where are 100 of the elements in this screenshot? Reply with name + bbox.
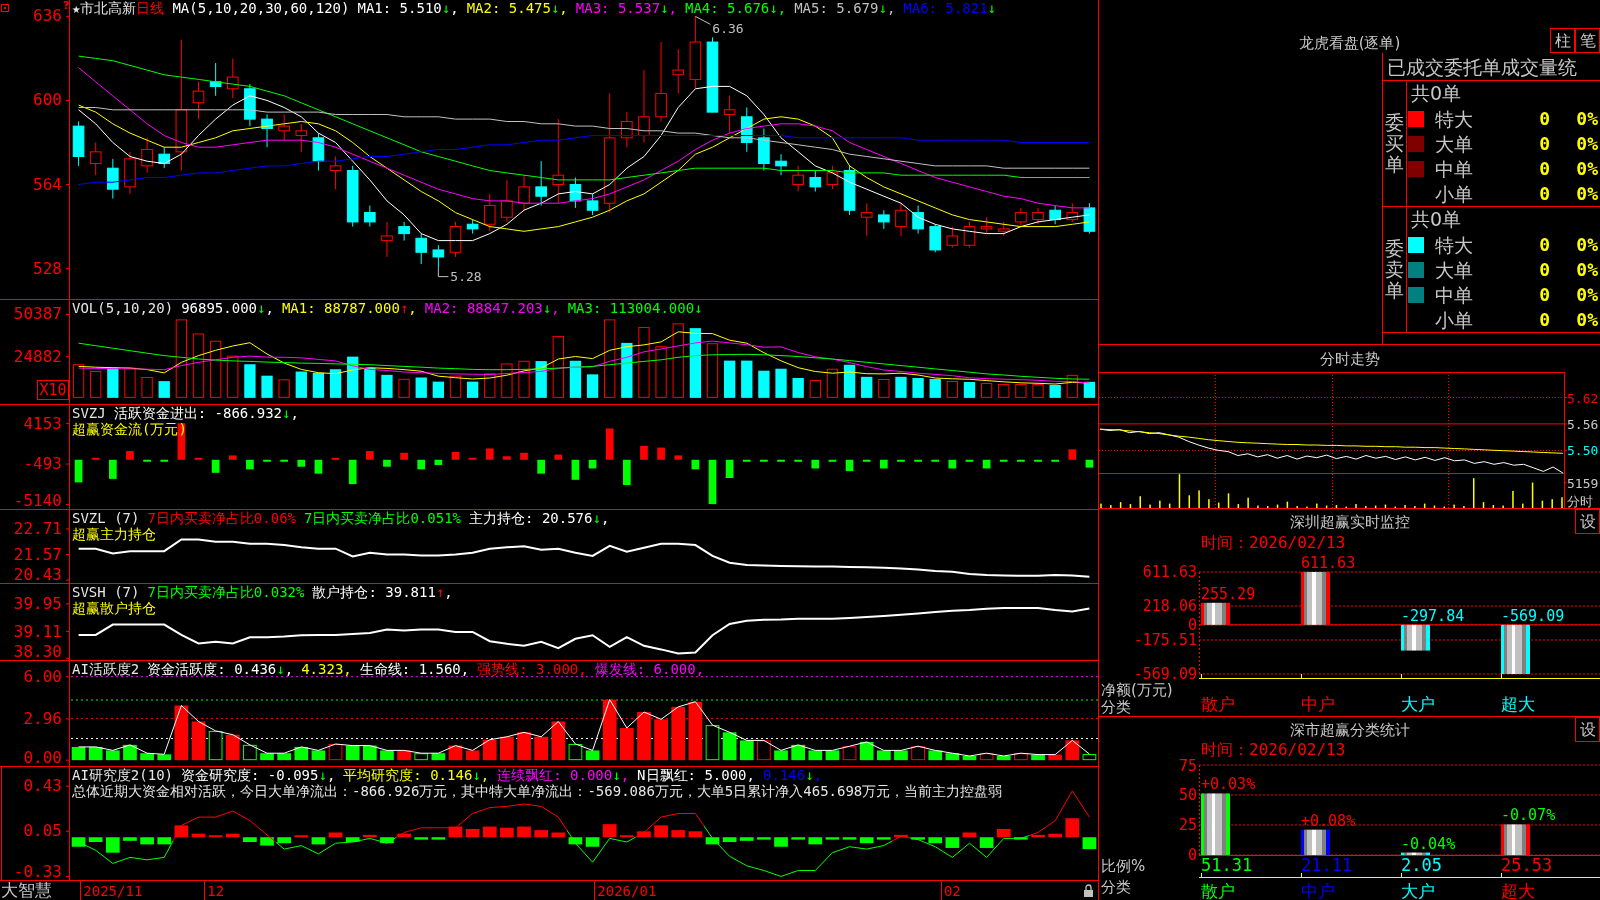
- indicator-value: 平均研究度: 0.146↓,: [343, 767, 490, 783]
- change-label: -0.04%: [1401, 834, 1456, 853]
- axis-tick-label: 21.57: [13, 544, 62, 564]
- unit-label: X10: [37, 380, 69, 400]
- indicator-title: SVZL (7): [72, 510, 140, 526]
- period-label: 日线: [136, 0, 165, 16]
- axis-tick-label: 600: [33, 90, 62, 110]
- category-label: 超大: [1501, 881, 1535, 900]
- axis-tick-label: 528: [33, 258, 62, 278]
- date-label: 12: [207, 883, 225, 899]
- indicator-title: AI活跃度2: [72, 661, 140, 677]
- app-name-text: 大智慧: [1, 881, 52, 900]
- axis-title: 分类: [1101, 878, 1131, 896]
- axis-tick-label: 39.95: [13, 593, 62, 613]
- axis-tick-label: 636: [33, 6, 62, 26]
- axis-tick-label: 25: [1178, 816, 1197, 834]
- indicator-value: 散户持仓: 39.811↑,: [312, 584, 453, 600]
- indicator-title: SVZJ: [72, 405, 106, 421]
- order-total-text: 共0单: [1411, 207, 1462, 232]
- category-label: 散户: [1201, 881, 1235, 900]
- table-title: 已成交委托单成交量统: [1387, 54, 1577, 79]
- axis-tick-label: 564: [33, 174, 62, 194]
- order-size-label: 中单: [1435, 157, 1473, 180]
- order-size-label: 大单: [1435, 258, 1473, 281]
- count-text: 0: [1539, 158, 1550, 179]
- indicator-value: MA1: 5.510↓,: [357, 0, 459, 16]
- order-size-label: 中单: [1435, 283, 1473, 306]
- data-label: 51.31: [1201, 855, 1253, 875]
- axis-tick-label: -175.51: [1133, 631, 1197, 649]
- indicator-subtitle: 超赢主力持仓: [72, 526, 156, 542]
- indicator-value: MA6: 5.821↓: [903, 0, 997, 16]
- price-annotation: 5.28: [437, 268, 482, 284]
- axis-tick-label: 5.56: [1567, 416, 1599, 432]
- axis-tick-label: 39.11: [13, 621, 62, 641]
- indicator-title: ★市北高新: [72, 0, 137, 16]
- data-label: 2.05: [1401, 855, 1442, 875]
- indicator-subtitle: 超赢资金流(万元): [72, 421, 187, 437]
- axis-tick-label: 5159: [1567, 475, 1599, 491]
- axis-tick-label: 50387: [13, 304, 62, 324]
- date-label: 2025/11: [83, 883, 143, 899]
- axis-tick-label: -569.09: [1133, 665, 1197, 683]
- axis-tick-label: 38.30: [13, 642, 62, 661]
- axis-tick-label: 5.50: [1567, 443, 1599, 459]
- axis-tick-label: 0.05: [23, 821, 62, 841]
- percent-text: 0%: [1576, 284, 1599, 305]
- indicator-value: 4.323,: [301, 661, 352, 677]
- category-label: 散户: [1201, 694, 1235, 714]
- indicator-value: 7日内买卖净占比0.032%: [147, 584, 305, 600]
- indicator-value: MA3: 113004.000↓: [567, 300, 703, 316]
- indicator-value: 连续飘红: 0.000↓,: [497, 767, 630, 783]
- count-text: 0: [1539, 309, 1550, 330]
- percent-text: 0%: [1576, 183, 1599, 204]
- indicator-value: 活跃资金进出: -866.932↓,: [113, 405, 299, 421]
- panel-title: 深圳超赢实时监控: [1289, 511, 1410, 532]
- change-label: +0.08%: [1301, 811, 1356, 830]
- axis-title: 比例%: [1101, 857, 1146, 875]
- percent-text: 0%: [1576, 133, 1599, 154]
- indicator-title: AI研究度2(10): [72, 767, 173, 783]
- axis-tick-label: 6.00: [23, 666, 62, 686]
- axis-tick-label: -493: [23, 454, 62, 474]
- order-total-text: 共0单: [1411, 81, 1462, 106]
- axis-tick-label: 0: [1187, 846, 1197, 864]
- percent-text: 0%: [1576, 234, 1599, 255]
- indicator-value: 强势线: 3.000,: [477, 661, 587, 677]
- group-label: 委卖单: [1385, 238, 1404, 301]
- date-label: 2026/01: [597, 883, 657, 899]
- data-label: -297.84: [1401, 606, 1465, 625]
- indicator-value: 资金研究度: -0.095↓,: [181, 767, 336, 783]
- percent-text: 0%: [1576, 259, 1599, 280]
- category-label: 中户: [1301, 694, 1335, 714]
- order-size-label: 特大: [1435, 107, 1473, 130]
- indicator-value: 生命线: 1.560,: [359, 661, 470, 677]
- axis-title: 分类: [1101, 698, 1131, 716]
- axis-tick-label: 50: [1178, 786, 1197, 804]
- percent-text: 0%: [1576, 309, 1599, 330]
- indicator-value: MA3: 5.537↓,: [575, 0, 677, 16]
- category-label: 大户: [1401, 881, 1435, 900]
- indicator-value: MA2: 5.475↓,: [466, 0, 568, 16]
- indicator-value: 0.146↓,: [763, 767, 822, 783]
- panel-title: 龙虎看盘(逐单): [1298, 33, 1401, 53]
- summary-text: 总体近期大资金相对活跃，今日大单净流出：-866.926万元，其中特大单净流出：-569.086万元，大单5日累计净入465.698万元，当前主力控盘弱: [72, 783, 1003, 799]
- axis-tick-label: 218.06: [1142, 597, 1197, 615]
- order-size-label: 特大: [1435, 233, 1473, 256]
- indicator-value: MA5: 5.679↓,: [794, 0, 896, 16]
- indicator-value: MA(5,10,20,30,60,120): [172, 0, 350, 16]
- indicator-value: 7日内买卖净占比0.06%: [147, 510, 296, 526]
- indicator-value: MA1: 88787.000↑,: [281, 300, 417, 316]
- axis-title: 净额(万元): [1101, 681, 1173, 699]
- indicator-value: 96895.000↓,: [181, 300, 274, 316]
- data-label: 255.29: [1201, 584, 1256, 603]
- axis-tick-label: 75: [1178, 759, 1197, 775]
- change-label: -0.07%: [1501, 806, 1556, 825]
- percent-text: 0%: [1576, 158, 1599, 179]
- category-label: 大户: [1401, 694, 1435, 714]
- price-annotation: 6.36: [694, 15, 744, 37]
- chart-subtitle: 时间：2026/02/13: [1201, 741, 1346, 759]
- indicator-value: 爆发线: 6.000,: [594, 661, 705, 677]
- axis-tick-label: 22.71: [13, 518, 62, 538]
- indicator-value: 7日内买卖净占比0.051%: [304, 510, 462, 526]
- chart-subtitle: 时间：2026/02/13: [1201, 534, 1346, 552]
